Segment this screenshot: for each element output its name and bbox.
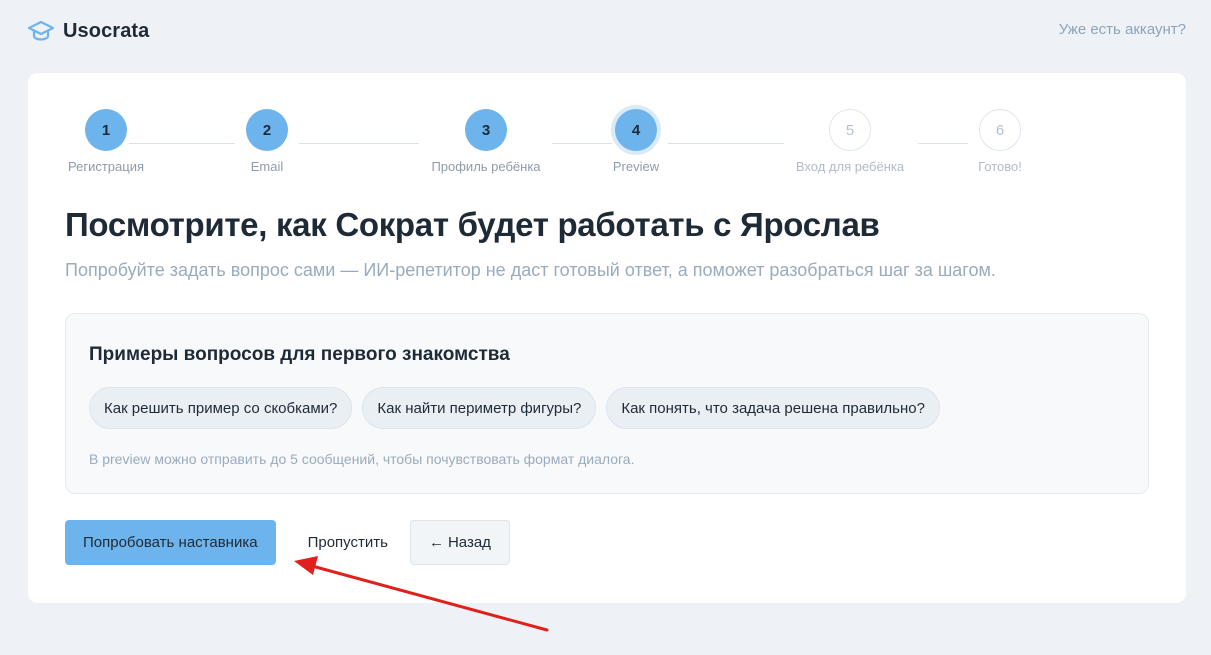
step-6: 6 Готово! — [940, 109, 1060, 174]
step-circle: 3 — [465, 109, 507, 151]
step-circle: 4 — [615, 109, 657, 151]
login-link[interactable]: Уже есть аккаунт? — [1059, 21, 1186, 38]
preview-limit-note: В preview можно отправить до 5 сообщений… — [89, 451, 635, 467]
back-button[interactable]: ← Назад — [409, 520, 510, 565]
step-circle: 6 — [979, 109, 1021, 151]
step-circle: 5 — [829, 109, 871, 151]
example-question-chip[interactable]: Как решить пример со скобками? — [89, 387, 353, 429]
brand-name: Usocrata — [63, 19, 150, 42]
back-button-label: Назад — [447, 534, 491, 551]
graduation-cap-icon — [28, 20, 54, 41]
top-header: Usocrata Уже есть аккаунт? — [0, 0, 1211, 62]
progress-stepper: 1 Регистрация 2 Email 3 Профиль ребёнка … — [28, 73, 1186, 193]
page-subtitle: Попробуйте задать вопрос сами — ИИ-репет… — [65, 260, 996, 280]
step-label: Профиль ребёнка — [431, 159, 541, 174]
step-circle: 1 — [85, 109, 127, 151]
step-5: 5 Вход для ребёнка — [790, 109, 910, 174]
action-buttons: Попробовать наставника Пропустить ← Наза… — [65, 520, 510, 565]
step-label: Вход для ребёнка — [795, 159, 905, 174]
example-chips: Как решить пример со скобками? Как найти… — [89, 387, 940, 429]
step-circle: 2 — [246, 109, 288, 151]
page-title: Посмотрите, как Сократ будет работать с … — [65, 206, 880, 243]
arrow-left-icon: ← — [428, 534, 444, 551]
brand-logo[interactable]: Usocrata — [28, 18, 149, 44]
example-question-chip[interactable]: Как понять, что задача решена правильно? — [606, 387, 940, 429]
step-4: 4 Preview — [576, 109, 696, 174]
step-label: Регистрация — [68, 159, 144, 174]
step-label: Preview — [612, 159, 660, 174]
step-label: Email — [250, 159, 284, 174]
examples-title: Примеры вопросов для первого знакомства — [89, 344, 510, 365]
step-1: 1 Регистрация — [46, 109, 166, 174]
example-questions-panel: Примеры вопросов для первого знакомства … — [65, 313, 1149, 494]
example-question-chip[interactable]: Как найти периметр фигуры? — [362, 387, 597, 429]
onboarding-card: 1 Регистрация 2 Email 3 Профиль ребёнка … — [28, 73, 1186, 603]
step-label: Готово! — [978, 159, 1022, 174]
step-2: 2 Email — [207, 109, 327, 174]
step-3: 3 Профиль ребёнка — [426, 109, 546, 174]
skip-button[interactable]: Пропустить — [294, 520, 402, 565]
try-tutor-button[interactable]: Попробовать наставника — [65, 520, 276, 565]
